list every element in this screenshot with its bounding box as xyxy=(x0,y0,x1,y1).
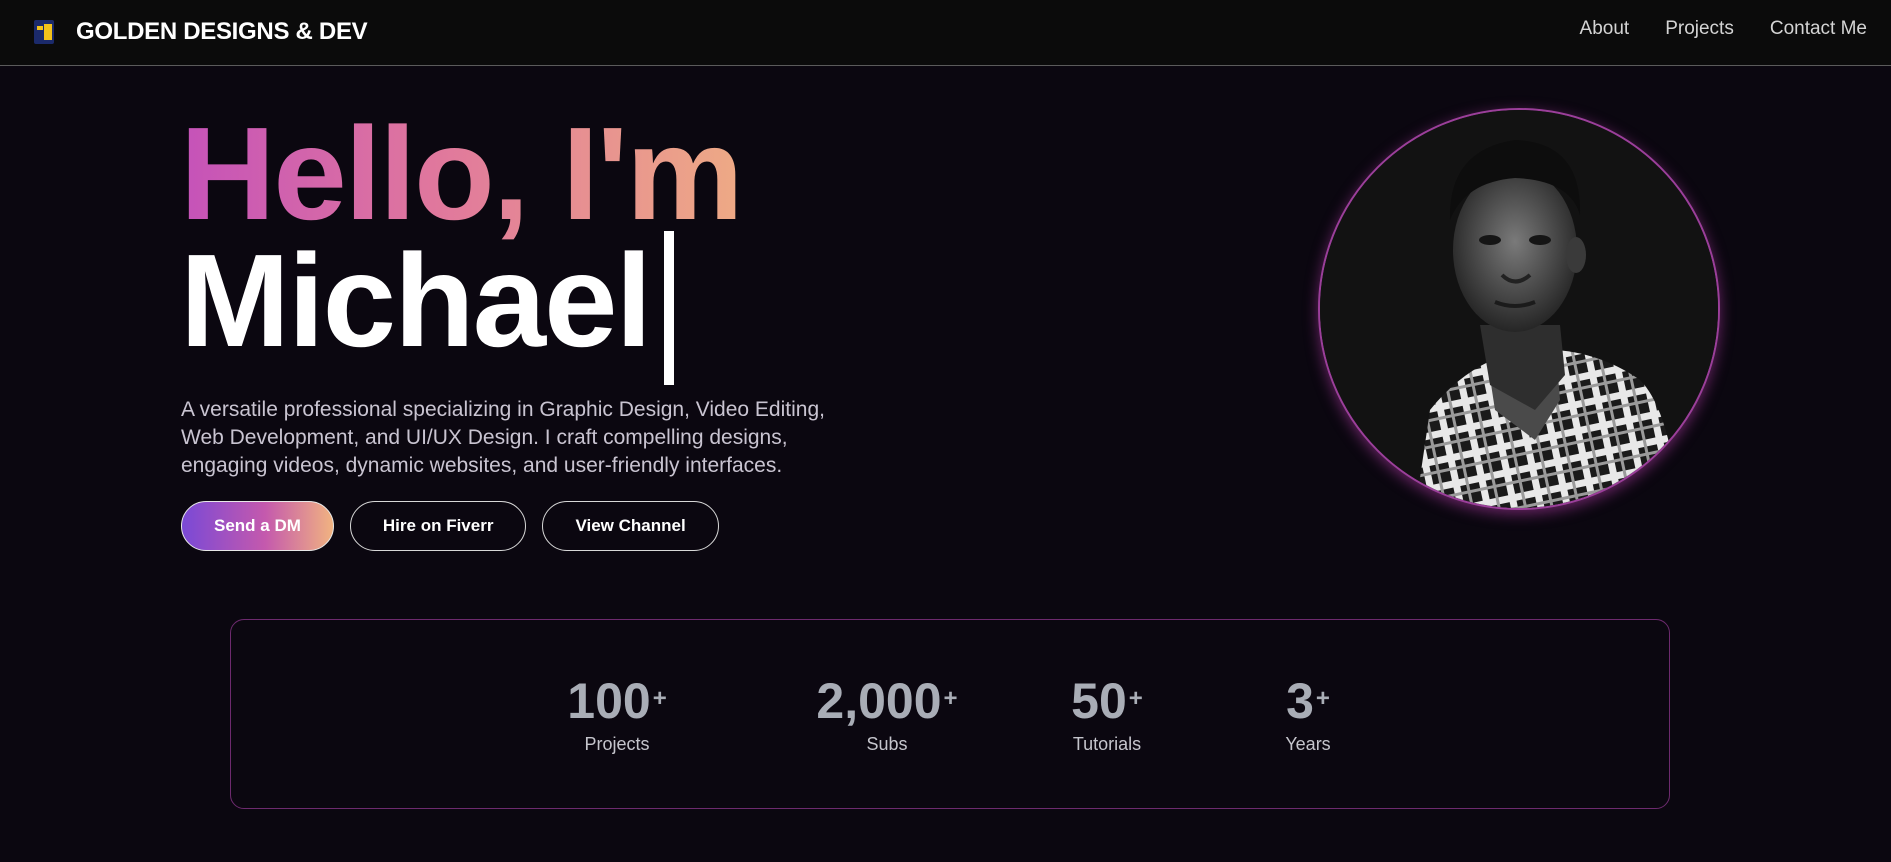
nav-link-about[interactable]: About xyxy=(1580,18,1630,40)
hero-name-line: Michael xyxy=(180,227,675,385)
nav-link-contact[interactable]: Contact Me xyxy=(1770,18,1867,40)
stat-projects-suffix: + xyxy=(652,685,667,712)
nav-links: About Projects Contact Me xyxy=(1580,18,1867,40)
stat-projects-label: Projects xyxy=(584,734,650,754)
typing-cursor xyxy=(664,231,675,385)
hero-greeting: Hello, I'm xyxy=(180,100,743,247)
logo-icon xyxy=(34,19,58,45)
stat-tutorials-value: 50 xyxy=(1071,673,1127,729)
hero-buttons: Send a DM Hire on Fiverr View Channel xyxy=(181,501,719,551)
stat-subs-value: 2,000 xyxy=(816,673,942,729)
stat-years: 3+ Years xyxy=(1268,676,1348,755)
portrait-image xyxy=(1320,110,1718,508)
stat-tutorials-suffix: + xyxy=(1128,685,1143,712)
view-channel-button[interactable]: View Channel xyxy=(542,501,719,551)
stat-years-suffix: + xyxy=(1315,685,1330,712)
brand[interactable]: GOLDEN DESIGNS & DEV xyxy=(34,14,368,50)
navbar: GOLDEN DESIGNS & DEV About Projects Cont… xyxy=(0,0,1891,66)
send-dm-button[interactable]: Send a DM xyxy=(181,501,334,551)
greeting-text: Hello, I'm xyxy=(180,100,743,247)
stat-projects-value: 100 xyxy=(567,673,651,729)
hero-description: A versatile professional specializing in… xyxy=(181,398,825,477)
stat-subs-label: Subs xyxy=(866,734,908,754)
hero-name: Michael xyxy=(180,227,652,374)
stat-subs-suffix: + xyxy=(943,685,958,712)
stat-years-label: Years xyxy=(1285,734,1331,754)
brand-name: GOLDEN DESIGNS & DEV xyxy=(76,18,368,45)
stat-tutorials: 50+ Tutorials xyxy=(1057,676,1157,755)
hire-on-fiverr-button[interactable]: Hire on Fiverr xyxy=(349,501,527,551)
stat-tutorials-label: Tutorials xyxy=(1072,734,1142,754)
stat-years-value: 3 xyxy=(1286,673,1314,729)
stat-projects: 100+ Projects xyxy=(557,676,677,755)
stat-subs: 2,000+ Subs xyxy=(797,676,977,755)
nav-link-projects[interactable]: Projects xyxy=(1665,18,1734,40)
profile-photo xyxy=(1318,108,1720,510)
stats-panel: 100+ Projects 2,000+ Subs 50+ Tutorials … xyxy=(230,619,1670,809)
